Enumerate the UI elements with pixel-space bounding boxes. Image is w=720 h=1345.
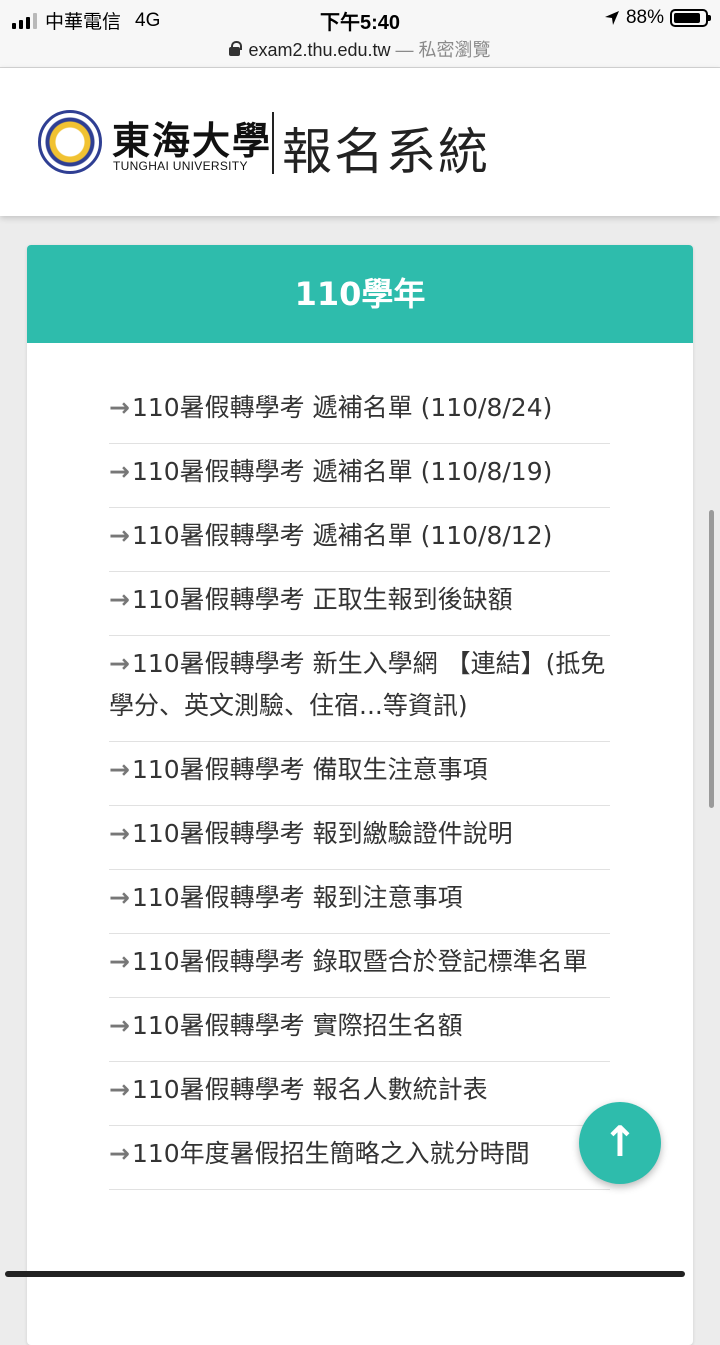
arrow-right-icon: → bbox=[109, 883, 130, 912]
home-indicator[interactable] bbox=[5, 1271, 685, 1277]
list-item[interactable]: →110暑假轉學考 遞補名單 (110/8/19) bbox=[109, 444, 610, 508]
list-item[interactable]: →110年度暑假招生簡略之入就分時間 bbox=[109, 1126, 610, 1190]
arrow-right-icon: → bbox=[109, 819, 130, 848]
arrow-right-icon: → bbox=[109, 947, 130, 976]
list-item-link[interactable]: 110暑假轉學考 備取生注意事項 bbox=[132, 755, 488, 784]
list-item-link[interactable]: 110暑假轉學考 正取生報到後缺額 bbox=[132, 585, 513, 614]
status-bar: 中華電信 4G 下午5:40 88% bbox=[0, 0, 720, 36]
back-to-top-button[interactable]: ↑ bbox=[579, 1102, 661, 1184]
address-bar[interactable]: exam2.thu.edu.tw — 私密瀏覽 bbox=[0, 36, 720, 68]
arrow-right-icon: → bbox=[109, 1075, 130, 1104]
list-item[interactable]: →110暑假轉學考 新生入學網 【連結】(抵免學分、英文測驗、住宿...等資訊) bbox=[109, 636, 610, 742]
card-title: 110學年 bbox=[27, 245, 693, 343]
arrow-right-icon: → bbox=[109, 649, 130, 678]
list-item[interactable]: →110暑假轉學考 備取生注意事項 bbox=[109, 742, 610, 806]
list-item-link[interactable]: 110暑假轉學考 遞補名單 (110/8/19) bbox=[132, 457, 552, 486]
list-item[interactable]: →110暑假轉學考 遞補名單 (110/8/12) bbox=[109, 508, 610, 572]
university-name[interactable]: 東海大學 bbox=[112, 110, 272, 165]
year-card: 110學年 →110暑假轉學考 遞補名單 (110/8/24) →110暑假轉學… bbox=[27, 245, 693, 1345]
list-item[interactable]: →110暑假轉學考 遞補名單 (110/8/24) bbox=[109, 387, 610, 444]
arrow-right-icon: → bbox=[109, 1139, 130, 1168]
list-item-link[interactable]: 110暑假轉學考 遞補名單 (110/8/24) bbox=[132, 393, 552, 422]
list-item-link[interactable]: 110暑假轉學考 報名人數統計表 bbox=[132, 1075, 488, 1104]
announcement-list: →110暑假轉學考 遞補名單 (110/8/24) →110暑假轉學考 遞補名單… bbox=[109, 387, 610, 1190]
lock-icon bbox=[229, 47, 240, 56]
arrow-right-icon: → bbox=[109, 521, 130, 550]
arrow-right-icon: → bbox=[109, 393, 130, 422]
logo-divider bbox=[272, 112, 274, 174]
scrollbar[interactable] bbox=[709, 510, 714, 808]
list-item-link[interactable]: 110暑假轉學考 報到繳驗證件說明 bbox=[132, 819, 513, 848]
list-item[interactable]: →110暑假轉學考 實際招生名額 bbox=[109, 998, 610, 1062]
list-item[interactable]: →110暑假轉學考 報名人數統計表 bbox=[109, 1062, 610, 1126]
battery-icon bbox=[670, 9, 708, 27]
private-browsing-label: — 私密瀏覽 bbox=[396, 40, 491, 60]
battery-percent: 88% bbox=[626, 7, 664, 29]
list-item-link[interactable]: 110暑假轉學考 遞補名單 (110/8/12) bbox=[132, 521, 552, 550]
list-item[interactable]: →110暑假轉學考 報到注意事項 bbox=[109, 870, 610, 934]
list-item-link[interactable]: 110暑假轉學考 錄取暨合於登記標準名單 bbox=[132, 947, 588, 976]
university-name-en: TUNGHAI UNIVERSITY bbox=[113, 159, 248, 173]
system-title: 報名系統 bbox=[282, 112, 490, 184]
list-item-link[interactable]: 110暑假轉學考 新生入學網 【連結】(抵免學分、英文測驗、住宿...等資訊) bbox=[109, 649, 605, 720]
list-item[interactable]: →110暑假轉學考 報到繳驗證件說明 bbox=[109, 806, 610, 870]
location-icon bbox=[604, 10, 620, 26]
list-item-link[interactable]: 110暑假轉學考 報到注意事項 bbox=[132, 883, 463, 912]
arrow-right-icon: → bbox=[109, 585, 130, 614]
arrow-right-icon: → bbox=[109, 1011, 130, 1040]
list-item-link[interactable]: 110年度暑假招生簡略之入就分時間 bbox=[132, 1139, 530, 1168]
arrow-right-icon: → bbox=[109, 755, 130, 784]
status-right: 88% bbox=[604, 7, 708, 29]
university-seal-icon[interactable] bbox=[38, 110, 102, 174]
list-item-link[interactable]: 110暑假轉學考 實際招生名額 bbox=[132, 1011, 463, 1040]
list-item[interactable]: →110暑假轉學考 錄取暨合於登記標準名單 bbox=[109, 934, 610, 998]
list-item[interactable]: →110暑假轉學考 正取生報到後缺額 bbox=[109, 572, 610, 636]
site-header: 東海大學 TUNGHAI UNIVERSITY 報名系統 bbox=[0, 68, 720, 216]
arrow-right-icon: → bbox=[109, 457, 130, 486]
url-text[interactable]: exam2.thu.edu.tw bbox=[248, 40, 390, 60]
